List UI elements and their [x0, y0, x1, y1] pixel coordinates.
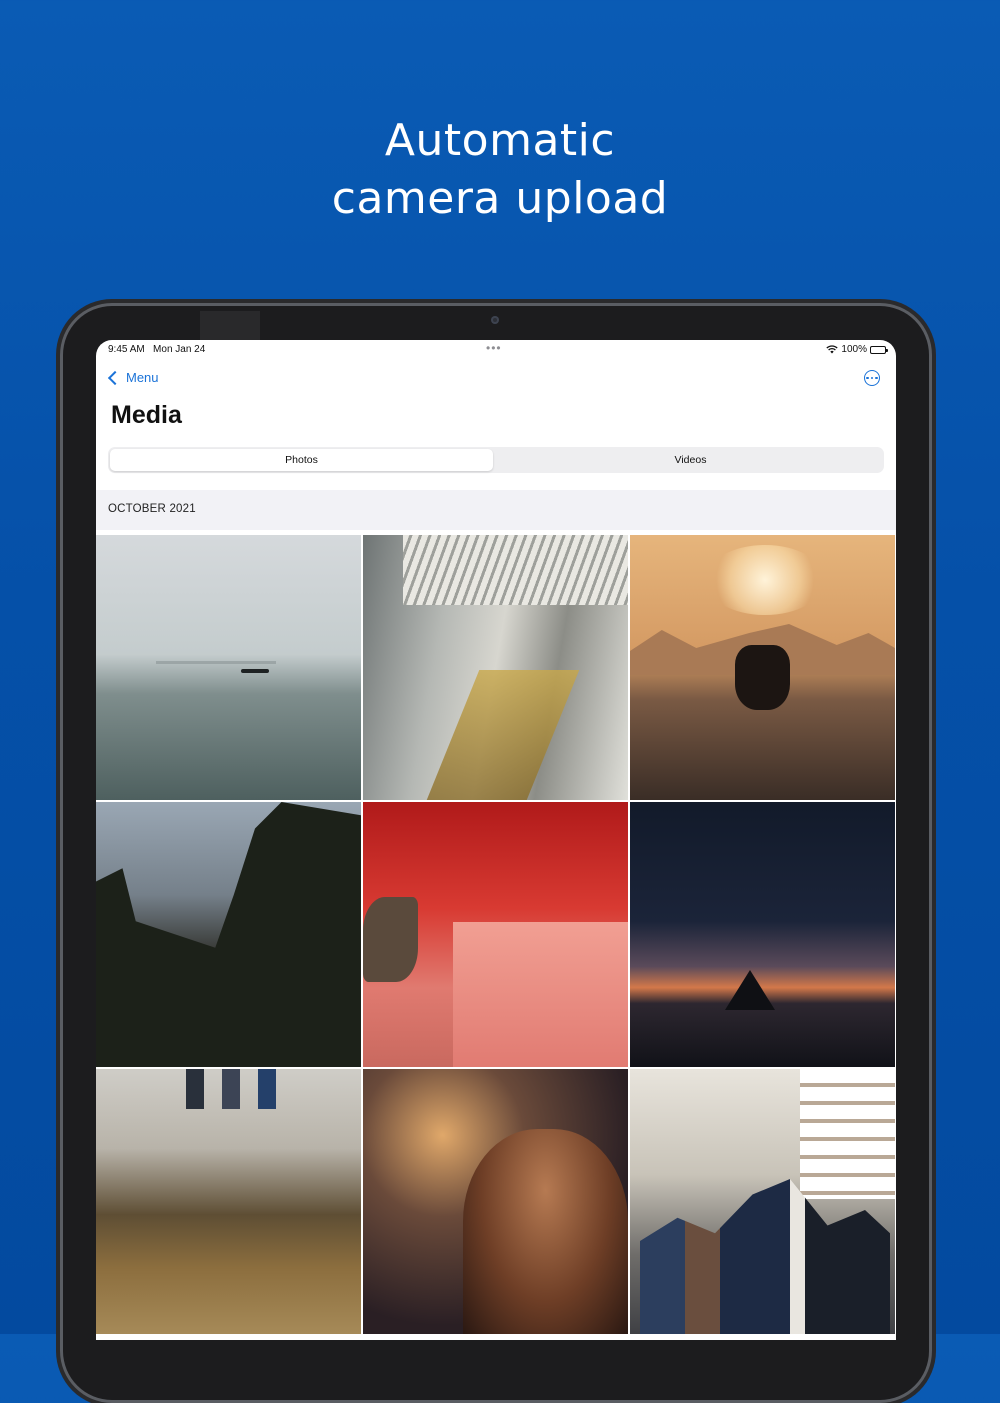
section-header: OCTOBER 2021 — [96, 490, 896, 530]
back-button-label: Menu — [126, 370, 159, 385]
wifi-icon — [826, 345, 839, 354]
headline: Automatic camera upload — [0, 112, 1000, 228]
photo-thumbnail-motorbike-sunset[interactable] — [630, 535, 895, 800]
photo-thumbnail-puddle-reflection[interactable] — [96, 1069, 361, 1334]
photo-thumbnail-train-station[interactable] — [363, 535, 628, 800]
status-bar: 9:45 AM Mon Jan 24 ••• 100% — [96, 340, 896, 360]
multitasking-dots[interactable]: ••• — [486, 341, 502, 355]
status-indicators: 100% — [826, 344, 888, 355]
photo-grid — [96, 535, 896, 1334]
photo-thumbnail-house-trees[interactable] — [96, 802, 361, 1067]
ellipsis-circle-icon[interactable] — [864, 370, 880, 386]
battery-icon — [870, 345, 888, 354]
segment-photos[interactable]: Photos — [110, 449, 493, 471]
photo-thumbnail-mountain-dusk[interactable] — [630, 802, 895, 1067]
battery-percent: 100% — [841, 344, 867, 355]
chevron-left-icon — [107, 370, 123, 385]
section-header-label: OCTOBER 2021 — [108, 503, 196, 515]
page-title: Media — [111, 401, 182, 429]
back-button[interactable]: Menu — [107, 370, 159, 385]
headline-line-2: camera upload — [331, 173, 669, 224]
segment-videos[interactable]: Videos — [499, 449, 882, 471]
photo-thumbnail-sea-boat[interactable] — [96, 535, 361, 800]
photo-thumbnail-red-installation[interactable] — [363, 802, 628, 1067]
status-time: 9:45 AM Mon Jan 24 — [108, 344, 206, 355]
front-camera — [491, 316, 499, 324]
app-screen: 9:45 AM Mon Jan 24 ••• 100% Menu Media P… — [96, 340, 896, 1340]
media-type-segmented-control: Photos Videos — [108, 447, 884, 473]
photo-thumbnail-street-people[interactable] — [630, 1069, 895, 1334]
headline-line-1: Automatic — [384, 115, 616, 166]
navigation-bar: Menu — [96, 366, 896, 396]
photo-thumbnail-night-portrait[interactable] — [363, 1069, 628, 1334]
